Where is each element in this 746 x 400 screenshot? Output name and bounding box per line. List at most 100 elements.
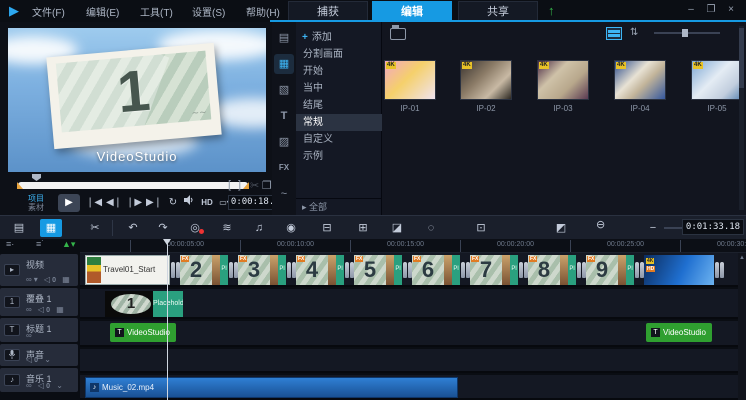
- photo-placeholder-clip[interactable]: [444, 255, 452, 285]
- video-clip-travel01[interactable]: Travel01_Start: [85, 255, 170, 285]
- overlay-graphic-icon[interactable]: ▨: [274, 132, 294, 152]
- scrubber-handle[interactable]: [32, 174, 41, 181]
- category-general[interactable]: 常规: [296, 114, 382, 131]
- menu-file[interactable]: 文件(F): [32, 4, 65, 19]
- storyboard-view-icon[interactable]: ▤: [8, 219, 30, 237]
- track-header-voice[interactable]: 声音 ◁0 ⌄: [0, 344, 78, 366]
- menu-settings[interactable]: 设置(S): [192, 4, 225, 19]
- category-ending[interactable]: 结尾: [296, 97, 382, 114]
- category-sample[interactable]: 示例: [296, 148, 382, 165]
- template-clip-2[interactable]: FX2: [180, 255, 212, 285]
- overlay-clip[interactable]: 1 Placehold: [105, 291, 183, 317]
- tab-capture[interactable]: 捕获: [288, 1, 368, 21]
- tab-share[interactable]: 共享: [458, 1, 538, 21]
- photo-placeholder-clip[interactable]: [618, 255, 626, 285]
- placeholder-label-clip[interactable]: Pl: [278, 255, 286, 285]
- transition-icon[interactable]: [714, 255, 724, 285]
- timeline-view-icon[interactable]: ▦: [40, 219, 62, 237]
- template-clip-4[interactable]: FX4: [296, 255, 328, 285]
- undo-icon[interactable]: ↶: [122, 219, 144, 237]
- ending-clip[interactable]: 4K HD: [644, 255, 714, 285]
- 3d-title-editor-icon[interactable]: ◪: [386, 219, 408, 237]
- track-controls[interactable]: ∞: [26, 331, 34, 340]
- hd-playback-button[interactable]: HD: [198, 194, 216, 212]
- template-clip-3[interactable]: FX3: [238, 255, 270, 285]
- timeline-vertical-scrollbar[interactable]: ▲: [738, 253, 746, 400]
- library-scrollbar[interactable]: [739, 26, 744, 210]
- placeholder-label-clip[interactable]: Pl: [452, 255, 460, 285]
- track-header-title[interactable]: T 标题 1 ∞: [0, 318, 78, 342]
- volume-button[interactable]: [182, 194, 196, 212]
- template-clip-6[interactable]: FX6: [412, 255, 444, 285]
- transition-icon[interactable]: [576, 255, 586, 285]
- split-clip-icon[interactable]: ✂: [250, 179, 259, 192]
- next-frame-button[interactable]: ❘▶: [126, 194, 142, 212]
- title-clip[interactable]: TVideoStudio: [646, 323, 712, 342]
- photo-placeholder-clip[interactable]: [212, 255, 220, 285]
- minimize-button[interactable]: –: [682, 3, 700, 17]
- play-button[interactable]: ▶: [58, 194, 80, 212]
- photo-placeholder-clip[interactable]: [502, 255, 510, 285]
- video-track[interactable]: Travel01_Start FX2 Pl FX3 Pl FX4 Pl FX: [80, 253, 746, 287]
- track-header-music[interactable]: ♪ 音乐 1 ∞ ◁0 ⌄: [0, 368, 78, 392]
- restore-button[interactable]: ❐: [702, 3, 720, 17]
- enlarge-preview-icon[interactable]: ❐: [262, 179, 272, 192]
- category-opening[interactable]: 开始: [296, 63, 382, 80]
- trim-start-marker[interactable]: [17, 182, 23, 189]
- redo-icon[interactable]: ↷: [152, 219, 174, 237]
- photo-placeholder-clip[interactable]: [386, 255, 394, 285]
- title-track[interactable]: TVideoStudio TVideoStudio: [80, 321, 746, 347]
- thumbnail-view-icon[interactable]: [606, 27, 622, 40]
- category-middle[interactable]: 当中: [296, 80, 382, 97]
- slider-knob[interactable]: [682, 29, 688, 37]
- close-button[interactable]: ×: [722, 3, 740, 17]
- mark-out-icon[interactable]: ]: [238, 179, 241, 191]
- previous-frame-button[interactable]: ◀❘: [106, 194, 122, 212]
- motion-path-icon[interactable]: ~: [274, 184, 294, 204]
- transition-icon[interactable]: [634, 255, 644, 285]
- track-manager-icon[interactable]: ≡·: [6, 239, 14, 249]
- category-split-screen[interactable]: 分割画面: [296, 46, 382, 63]
- scroll-up-arrow[interactable]: ▲: [738, 255, 746, 261]
- timeline-ruler[interactable]: 00:00:05:00 00:00:10:00 00:00:15:00 00:0…: [80, 239, 746, 253]
- trim-tools-icon[interactable]: ✂: [84, 219, 106, 237]
- menu-tools[interactable]: 工具(T): [140, 4, 173, 19]
- template-clip-9[interactable]: FX9: [586, 255, 618, 285]
- title-library-icon[interactable]: T: [274, 106, 294, 126]
- filter-fx-icon[interactable]: FX: [274, 158, 294, 178]
- transition-icon[interactable]: [170, 255, 180, 285]
- placeholder-label-clip[interactable]: Pl: [336, 255, 344, 285]
- track-header-video[interactable]: ▸ 视频 ∞▾ ◁0 ▦: [0, 254, 78, 286]
- playhead[interactable]: [167, 239, 168, 400]
- template-thumbnail[interactable]: 4K: [691, 60, 743, 100]
- photo-placeholder-clip[interactable]: [560, 255, 568, 285]
- transition-icon[interactable]: [402, 255, 412, 285]
- track-controls[interactable]: ◁0 ⌄: [26, 355, 53, 364]
- speech-to-text-icon[interactable]: ◌: [420, 219, 442, 237]
- track-header-overlay[interactable]: 1 覆叠 1 ∞ ◁0 ▦: [0, 288, 78, 316]
- photo-placeholder-clip[interactable]: [270, 255, 278, 285]
- template-thumbnail[interactable]: 4K: [537, 60, 589, 100]
- subtitle-editor-icon[interactable]: ⊟: [316, 219, 338, 237]
- thumbnail-size-slider[interactable]: [654, 32, 720, 34]
- transition-icon[interactable]: [518, 255, 528, 285]
- trim-end-marker[interactable]: [243, 182, 249, 189]
- template-thumbnail[interactable]: 4K: [460, 60, 512, 100]
- sound-mixer-icon[interactable]: ≋: [216, 219, 238, 237]
- instant-project-icon[interactable]: ▦: [274, 54, 294, 74]
- template-clip-7[interactable]: FX7: [470, 255, 502, 285]
- home-button[interactable]: ❘◀: [86, 194, 102, 212]
- track-controls[interactable]: ∞ ◁0 ▦: [26, 305, 66, 314]
- zoom-out-icon[interactable]: ⊖: [596, 218, 605, 231]
- project-duration-timecode[interactable]: 0:01:33.18: [682, 219, 744, 235]
- voice-track[interactable]: [80, 349, 746, 373]
- ripple-edit-icon[interactable]: ▲▾: [62, 239, 75, 250]
- track-controls[interactable]: ∞▾ ◁0 ▦: [26, 275, 72, 284]
- transition-icon[interactable]: [344, 255, 354, 285]
- category-custom[interactable]: 自定义: [296, 131, 382, 148]
- mask-creator-icon[interactable]: ◩: [550, 219, 572, 237]
- music-track[interactable]: ♪Music_02.mp4: [80, 375, 746, 400]
- end-button[interactable]: ▶❘: [146, 194, 162, 212]
- repeat-button[interactable]: ↻: [166, 194, 180, 212]
- mode-clip-toggle[interactable]: 素材: [28, 203, 44, 212]
